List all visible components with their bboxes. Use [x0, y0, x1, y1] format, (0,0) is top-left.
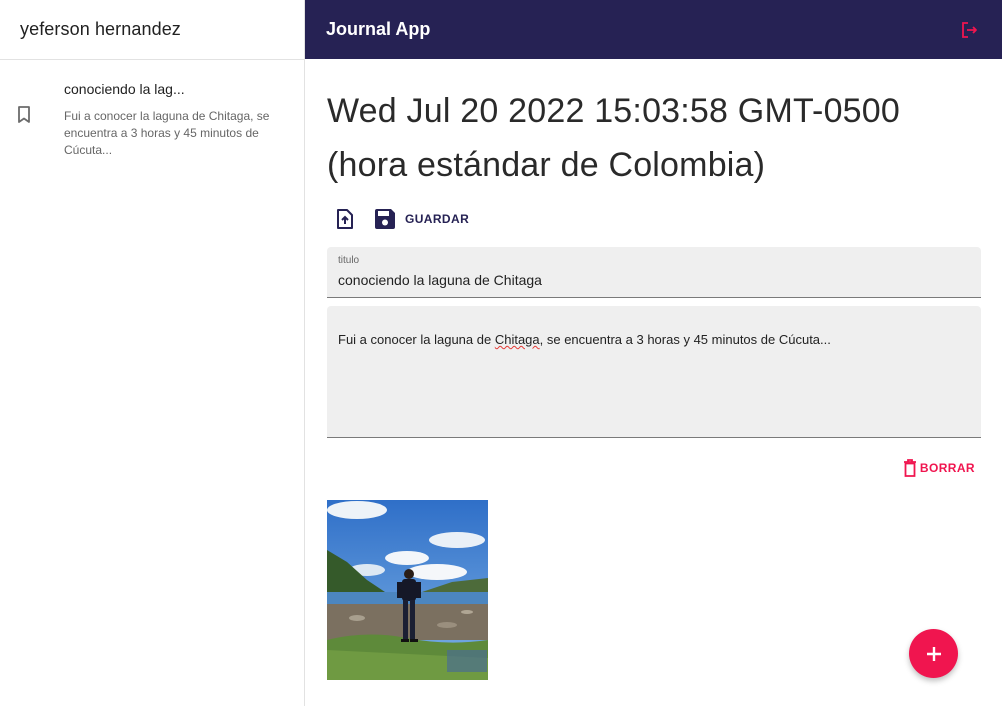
note-toolbar: GUARDAR	[327, 201, 981, 237]
add-entry-button[interactable]	[909, 629, 958, 678]
note-date: Wed Jul 20 2022 15:03:58 GMT-0500 (hora …	[327, 92, 901, 184]
upload-file-icon	[337, 209, 353, 229]
delete-label: BORRAR	[919, 461, 975, 475]
body-text-end: , se encuentra a 3 horas y 45 minutos de…	[539, 332, 831, 347]
note-image	[327, 500, 488, 680]
body-textarea[interactable]: Fui a conocer la laguna de Chitaga, se e…	[327, 306, 981, 438]
misspelled-word: Chitaga	[494, 332, 540, 347]
plus-icon	[926, 646, 941, 661]
title-field-label: titulo	[338, 255, 360, 266]
title-input[interactable]: conociendo la laguna de Chitaga	[338, 271, 970, 289]
logout-button[interactable]	[958, 18, 982, 42]
save-icon	[375, 209, 395, 229]
app-bar: Journal App	[305, 0, 1002, 59]
save-label: GUARDAR	[405, 212, 470, 226]
app-title: Journal App	[326, 19, 431, 39]
main-panel: Journal App Wed Jul 20 2022 15:03:58 GMT…	[305, 0, 1002, 706]
entry-title: conociendo la lag...	[64, 81, 185, 97]
save-button[interactable]: GUARDAR	[374, 208, 469, 230]
entry-preview: Fui a conocer la laguna de Chitaga, se e…	[64, 109, 270, 157]
upload-button[interactable]	[327, 201, 363, 237]
journal-entry-item[interactable]: conociendo la lag... Fui a conocer la la…	[0, 60, 304, 159]
user-name: yeferson hernandez	[20, 19, 181, 39]
title-field[interactable]: titulo conociendo la laguna de Chitaga	[327, 247, 981, 298]
trash-icon	[903, 459, 916, 477]
body-text-start: Fui a conocer la laguna de	[338, 332, 495, 347]
sidebar-header: yeferson hernandez	[0, 0, 304, 60]
sidebar: yeferson hernandez conociendo la lag... …	[0, 0, 305, 706]
delete-button[interactable]: BORRAR	[903, 459, 975, 477]
bookmark-icon	[16, 78, 64, 159]
logout-icon	[962, 21, 977, 38]
